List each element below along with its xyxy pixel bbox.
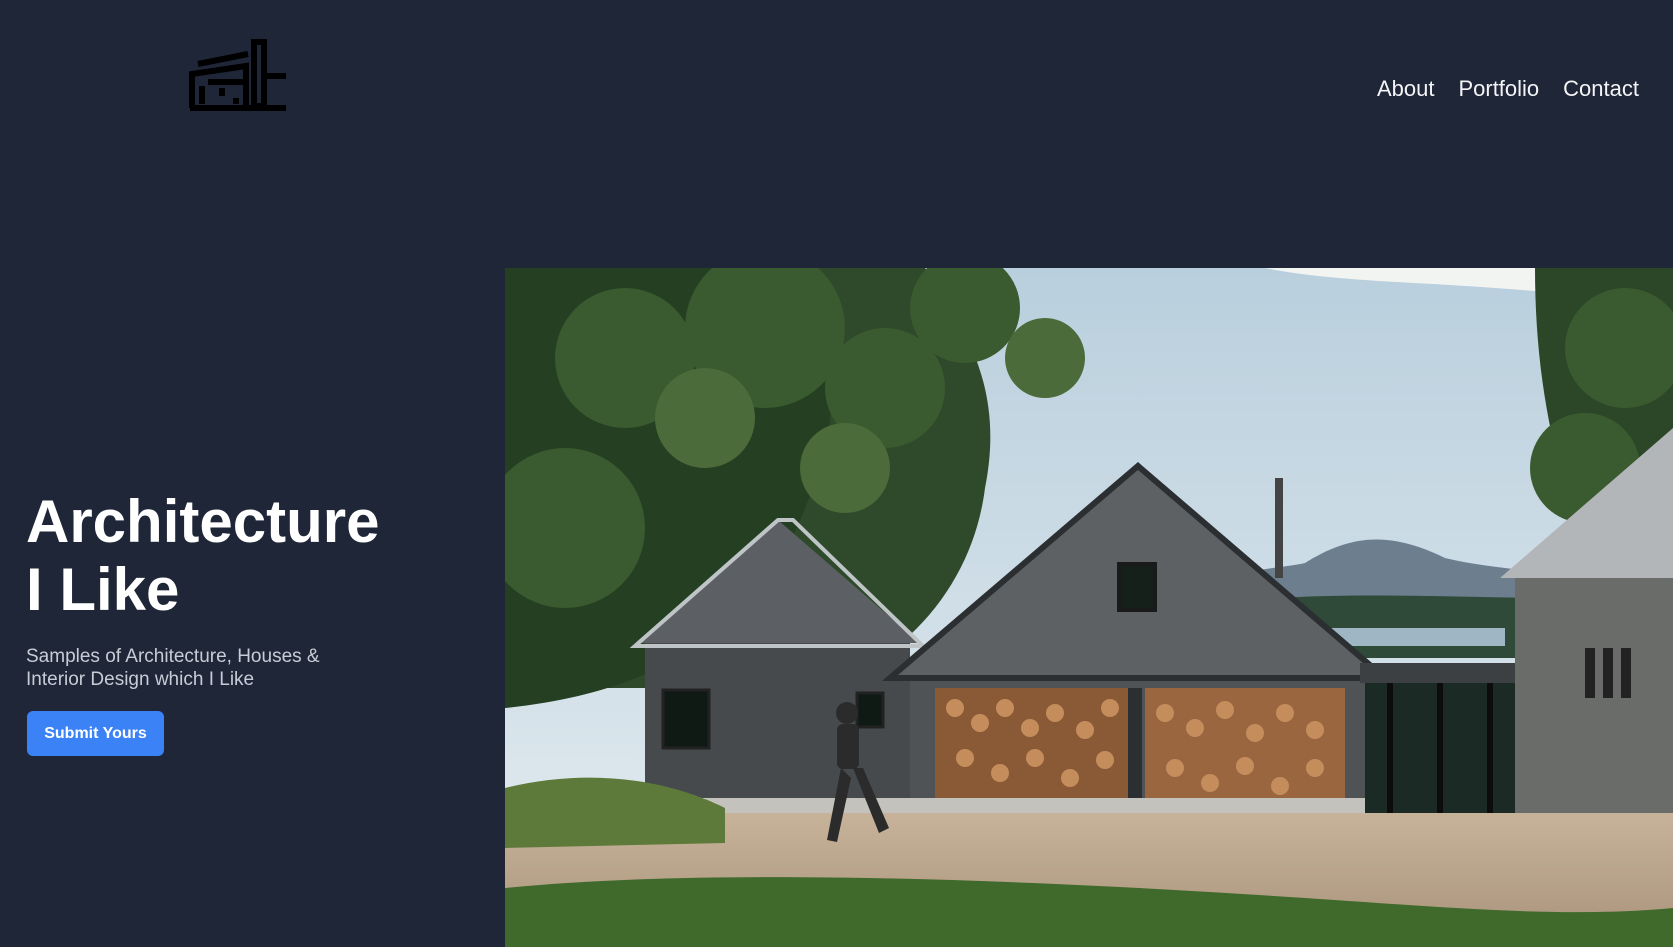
nav-about-link[interactable]: About [1377, 76, 1435, 102]
hero-image [505, 268, 1673, 947]
page: About Portfolio Contact Architecture I L… [0, 0, 1673, 947]
hero-title-line-1: Architecture [26, 488, 380, 555]
nav-portfolio-link[interactable]: Portfolio [1458, 76, 1539, 102]
hero-subtitle: Samples of Architecture, Houses & Interi… [26, 646, 320, 690]
hero-title: Architecture I Like [26, 488, 379, 624]
building-logo-icon[interactable] [188, 38, 290, 112]
nav-contact-link[interactable]: Contact [1563, 76, 1639, 102]
submit-yours-button[interactable]: Submit Yours [27, 711, 164, 756]
main-nav: About Portfolio Contact [1377, 76, 1639, 102]
hero-title-line-2: I Like [26, 556, 180, 623]
